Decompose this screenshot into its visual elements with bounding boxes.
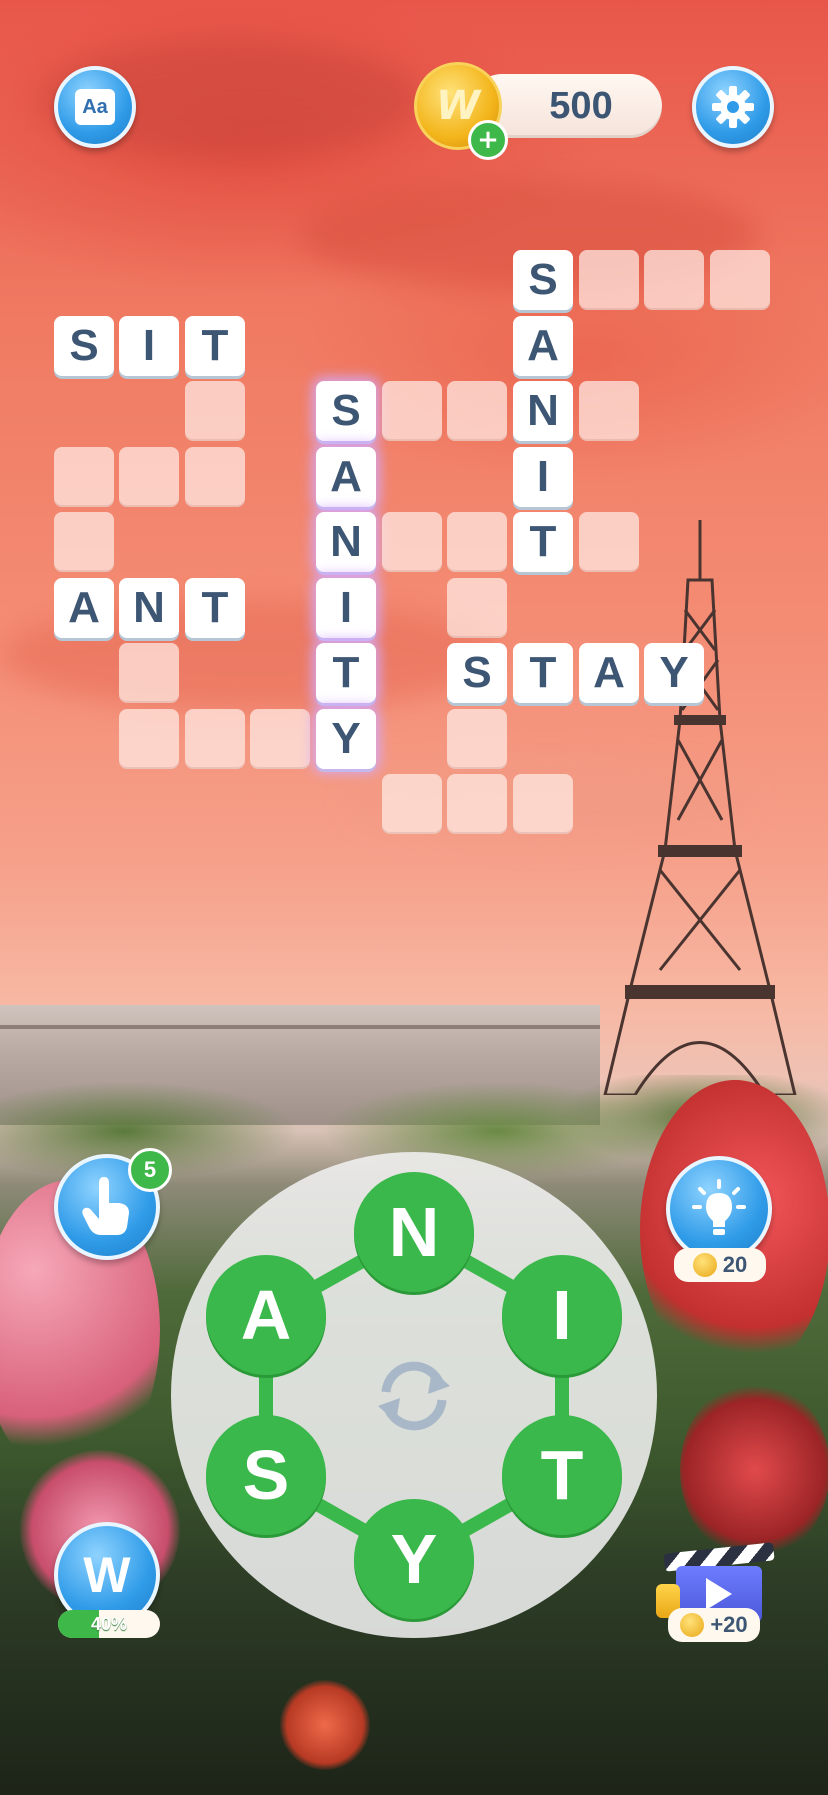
tile-empty <box>54 447 114 507</box>
tile-empty <box>447 381 507 441</box>
tile-empty <box>447 774 507 834</box>
hint-cost-value: 20 <box>722 1252 748 1277</box>
wheel-letter[interactable]: Y <box>354 1499 474 1619</box>
gear-icon <box>712 86 754 128</box>
tile-letter: I <box>316 578 376 638</box>
tile-letter: N <box>513 381 573 441</box>
coin-icon <box>692 1253 717 1277</box>
tile-empty <box>119 447 179 507</box>
tile-empty <box>513 774 573 834</box>
tile-empty <box>447 709 507 769</box>
tile-letter: T <box>316 643 376 703</box>
tile-empty <box>382 774 442 834</box>
tile-letter: Y <box>644 643 704 703</box>
finger-count-badge: 5 <box>128 1148 172 1192</box>
w-icon: W <box>83 1547 131 1603</box>
settings-button[interactable] <box>692 66 774 148</box>
w-progress-label: 40% <box>90 1613 128 1634</box>
w-progress-bar: 40% <box>58 1610 160 1638</box>
tile-letter: N <box>119 578 179 638</box>
coin-icon <box>680 1613 705 1637</box>
tile-empty <box>579 512 639 572</box>
tile-letter: I <box>513 447 573 507</box>
tile-empty <box>119 709 179 769</box>
tile-empty <box>119 643 179 703</box>
tile-empty <box>447 512 507 572</box>
tile-letter: S <box>447 643 507 703</box>
tile-letter: A <box>316 447 376 507</box>
tile-empty <box>250 709 310 769</box>
pointing-hand-icon <box>82 1177 129 1235</box>
add-coins-button[interactable]: + <box>468 120 508 160</box>
tile-empty <box>447 578 507 638</box>
tile-letter: A <box>579 643 639 703</box>
wheel-letter[interactable]: S <box>206 1415 326 1535</box>
tile-letter: A <box>54 578 114 638</box>
tile-letter: T <box>513 512 573 572</box>
hint-button[interactable] <box>666 1156 772 1262</box>
rose-bottom <box>280 1680 370 1770</box>
video-reward-value: +20 <box>710 1612 748 1637</box>
video-reward-amount: +20 <box>668 1608 760 1642</box>
tile-letter: S <box>316 381 376 441</box>
dictionary-icon: Aa <box>75 89 115 125</box>
tile-letter: T <box>513 643 573 703</box>
tile-letter: A <box>513 316 573 376</box>
tile-empty <box>382 381 442 441</box>
wheel-letter[interactable]: I <box>502 1255 622 1375</box>
tile-letter: S <box>513 250 573 310</box>
tile-empty <box>185 709 245 769</box>
wheel-letter[interactable]: N <box>354 1172 474 1292</box>
dictionary-button[interactable]: Aa <box>54 66 136 148</box>
wheel-letter[interactable]: A <box>206 1255 326 1375</box>
tile-letter: T <box>185 316 245 376</box>
tile-empty <box>185 447 245 507</box>
tile-empty <box>54 512 114 572</box>
tile-empty <box>382 512 442 572</box>
tile-empty <box>579 381 639 441</box>
tile-empty <box>710 250 770 310</box>
tile-letter: S <box>54 316 114 376</box>
tile-letter: N <box>316 512 376 572</box>
shuffle-icon[interactable] <box>366 1348 462 1444</box>
tile-letter: Y <box>316 709 376 769</box>
tile-empty <box>579 250 639 310</box>
tile-empty <box>185 381 245 441</box>
tile-letter: T <box>185 578 245 638</box>
tile-empty <box>644 250 704 310</box>
hint-cost: 20 <box>674 1248 766 1282</box>
eiffel-tower <box>603 520 797 1095</box>
tile-letter: I <box>119 316 179 376</box>
wheel-letter[interactable]: T <box>502 1415 622 1535</box>
lightbulb-icon <box>692 1179 746 1235</box>
